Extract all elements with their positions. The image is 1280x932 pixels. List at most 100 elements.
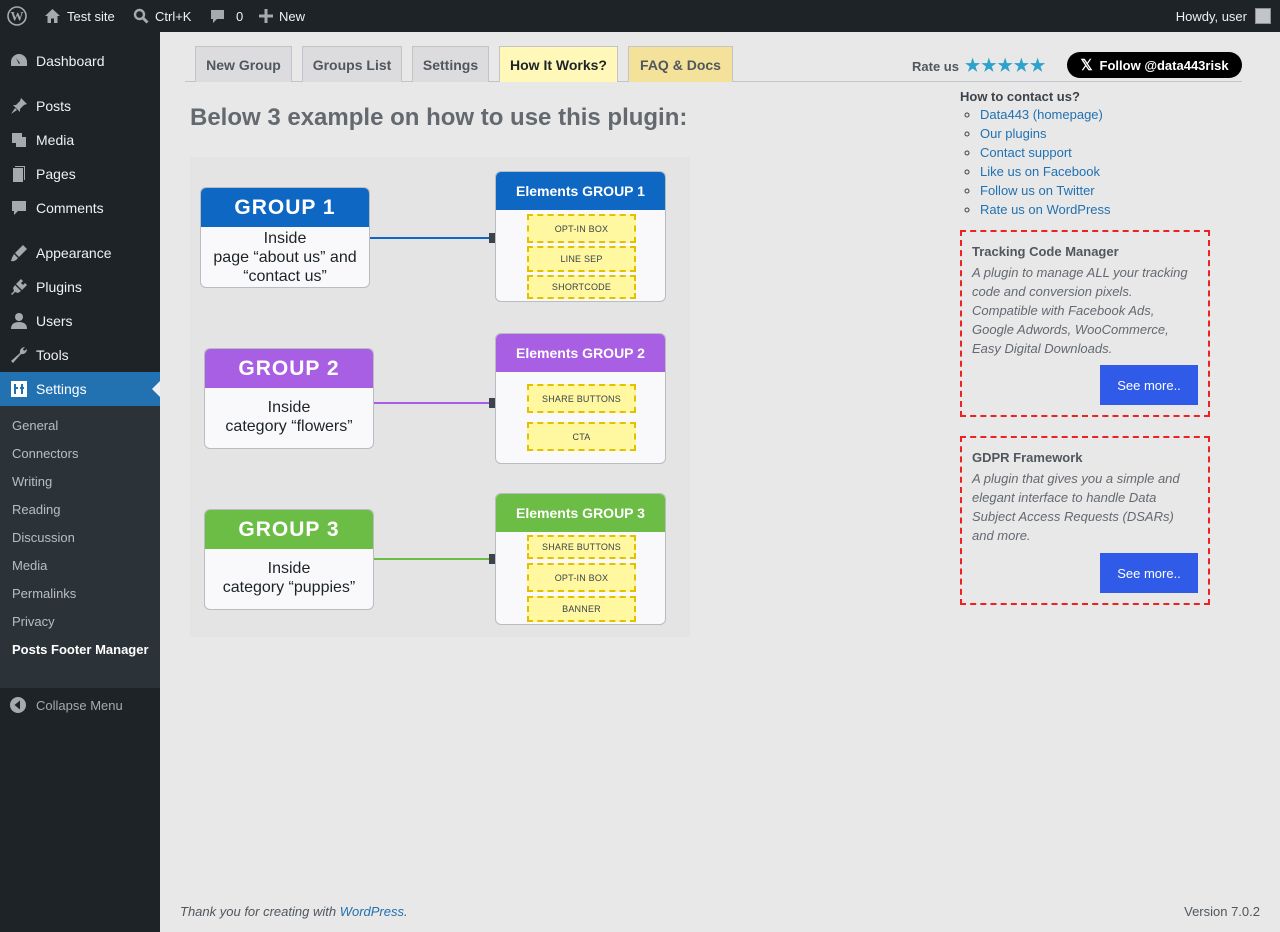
admin-sidebar: Dashboard Posts Media Pages Comments App… — [0, 32, 160, 932]
group-3-description: Inside category “puppies” — [222, 560, 356, 596]
menu-pages[interactable]: Pages — [0, 157, 160, 191]
site-name: Test site — [67, 8, 115, 24]
group-1-elements-card: Elements GROUP 1 OPT-IN BOX LINE SEP SHO… — [495, 171, 666, 302]
contact-link-item: Contact support — [980, 143, 1111, 162]
site-name-link[interactable]: Test site — [44, 0, 115, 32]
rating-stars[interactable]: ★ ★ ★ ★ ★ — [965, 56, 1046, 75]
see-more-button[interactable]: See more.. — [1100, 365, 1198, 405]
element-chip: CTA — [527, 422, 636, 451]
menu-media[interactable]: Media — [0, 123, 160, 157]
group-2-elements-card: Elements GROUP 2 SHARE BUTTONS CTA — [495, 333, 666, 464]
see-more-button[interactable]: See more.. — [1100, 553, 1198, 593]
menu-label: Comments — [36, 200, 104, 216]
home-icon — [45, 9, 60, 23]
comments-link[interactable]: 0 — [209, 0, 243, 32]
search-icon — [133, 8, 149, 24]
x-logo-icon: 𝕏 — [1080, 57, 1093, 74]
element-chip: BANNER — [527, 596, 636, 622]
link-homepage[interactable]: Data443 (homepage) — [980, 107, 1103, 122]
contact-link-item: Rate us on WordPress — [980, 200, 1111, 219]
contact-link-item: Like us on Facebook — [980, 162, 1111, 181]
wrench-icon — [0, 345, 36, 365]
pushpin-icon — [0, 96, 36, 116]
submenu-permalinks[interactable]: Permalinks — [12, 586, 76, 601]
collapse-arrow-icon — [0, 696, 36, 714]
submenu-posts-footer-manager[interactable]: Posts Footer Manager — [12, 641, 152, 659]
tab-new-group[interactable]: New Group — [195, 46, 292, 82]
menu-label: Plugins — [36, 279, 82, 295]
promo-title: Tracking Code Manager — [972, 244, 1119, 259]
tab-groups-list[interactable]: Groups List — [302, 46, 402, 82]
link-twitter[interactable]: Follow us on Twitter — [980, 183, 1095, 198]
page-heading: Below 3 example on how to use this plugi… — [190, 104, 688, 131]
settings-icon — [0, 379, 36, 399]
group-1-elements-title: Elements GROUP 1 — [496, 172, 665, 210]
submenu-discussion[interactable]: Discussion — [12, 530, 75, 545]
menu-comments[interactable]: Comments — [0, 191, 160, 225]
svg-text:W: W — [11, 9, 24, 24]
new-content-link[interactable]: New — [259, 0, 305, 32]
submenu-privacy[interactable]: Privacy — [12, 614, 55, 629]
my-account-link[interactable]: Howdy, user — [1176, 0, 1271, 32]
rate-us[interactable]: Rate us ★ ★ ★ ★ ★ — [912, 56, 1046, 75]
footer-thanks: Thank you for creating with WordPress. — [180, 904, 408, 919]
group-2-elements-title: Elements GROUP 2 — [496, 334, 665, 372]
menu-label: Appearance — [36, 245, 112, 261]
menu-appearance[interactable]: Appearance — [0, 236, 160, 270]
admin-bar: W Test site Ctrl+K 0 New Howdy, user — [0, 0, 1280, 32]
link-our-plugins[interactable]: Our plugins — [980, 126, 1046, 141]
comment-icon — [0, 198, 36, 218]
element-chip: LINE SEP — [527, 246, 636, 272]
promo-title: GDPR Framework — [972, 450, 1083, 465]
element-chip: SHARE BUTTONS — [527, 535, 636, 559]
search-shortcut[interactable]: Ctrl+K — [133, 0, 191, 32]
contact-links: Data443 (homepage) Our plugins Contact s… — [980, 105, 1111, 219]
link-contact-support[interactable]: Contact support — [980, 145, 1072, 160]
submenu-reading[interactable]: Reading — [12, 502, 60, 517]
comment-icon — [211, 10, 224, 23]
menu-users[interactable]: Users — [0, 304, 160, 338]
submenu-media[interactable]: Media — [12, 558, 47, 573]
new-label: New — [279, 8, 306, 24]
tab-faq-docs[interactable]: FAQ & Docs — [628, 46, 733, 82]
contact-heading: How to contact us? — [960, 89, 1080, 104]
tab-how-it-works[interactable]: How It Works? — [499, 46, 618, 82]
menu-label: Tools — [36, 347, 69, 363]
star-icon: ★ — [981, 56, 997, 75]
menu-dashboard[interactable]: Dashboard — [0, 44, 160, 78]
search-shortcut-label: Ctrl+K — [155, 8, 192, 24]
contact-link-item: Our plugins — [980, 124, 1111, 143]
group-1-card: GROUP 1 Inside page “about us” and “cont… — [200, 187, 370, 288]
menu-settings[interactable]: Settings — [0, 372, 160, 406]
contact-link-item: Follow us on Twitter — [980, 181, 1111, 200]
group-3-elements-card: Elements GROUP 3 SHARE BUTTONS OPT-IN BO… — [495, 493, 666, 625]
group-2-arrow — [374, 398, 497, 408]
menu-tools[interactable]: Tools — [0, 338, 160, 372]
wordpress-link[interactable]: WordPress — [340, 904, 404, 919]
group-2-title: GROUP 2 — [205, 349, 373, 388]
user-icon — [0, 311, 36, 331]
follow-twitter-button[interactable]: 𝕏 Follow @data443risk — [1067, 52, 1242, 78]
tab-settings[interactable]: Settings — [412, 46, 489, 82]
group-1-description: Inside page “about us” and “contact us” — [213, 230, 357, 285]
link-rate-wordpress[interactable]: Rate us on WordPress — [980, 202, 1111, 217]
group-3-elements-title: Elements GROUP 3 — [496, 494, 665, 532]
comments-count: 0 — [236, 8, 244, 24]
collapse-menu-button[interactable]: Collapse Menu — [0, 688, 160, 722]
follow-label: Follow @data443risk — [1099, 57, 1229, 73]
rate-us-label: Rate us — [912, 58, 959, 74]
menu-plugins[interactable]: Plugins — [0, 270, 160, 304]
link-facebook[interactable]: Like us on Facebook — [980, 164, 1100, 179]
submenu-writing[interactable]: Writing — [12, 474, 52, 489]
menu-posts[interactable]: Posts — [0, 89, 160, 123]
star-icon: ★ — [1029, 56, 1046, 75]
submenu-connectors[interactable]: Connectors — [12, 446, 78, 461]
plus-icon — [259, 9, 273, 23]
element-chip: OPT-IN BOX — [527, 563, 636, 592]
group-1-title: GROUP 1 — [201, 188, 369, 227]
avatar — [1255, 8, 1271, 24]
submenu-general[interactable]: General — [12, 418, 58, 433]
settings-submenu: General Connectors Writing Reading Discu… — [0, 406, 160, 688]
promo-gdpr-framework: GDPR Framework A plugin that gives you a… — [960, 436, 1210, 605]
wordpress-logo-icon[interactable]: W — [7, 0, 27, 32]
